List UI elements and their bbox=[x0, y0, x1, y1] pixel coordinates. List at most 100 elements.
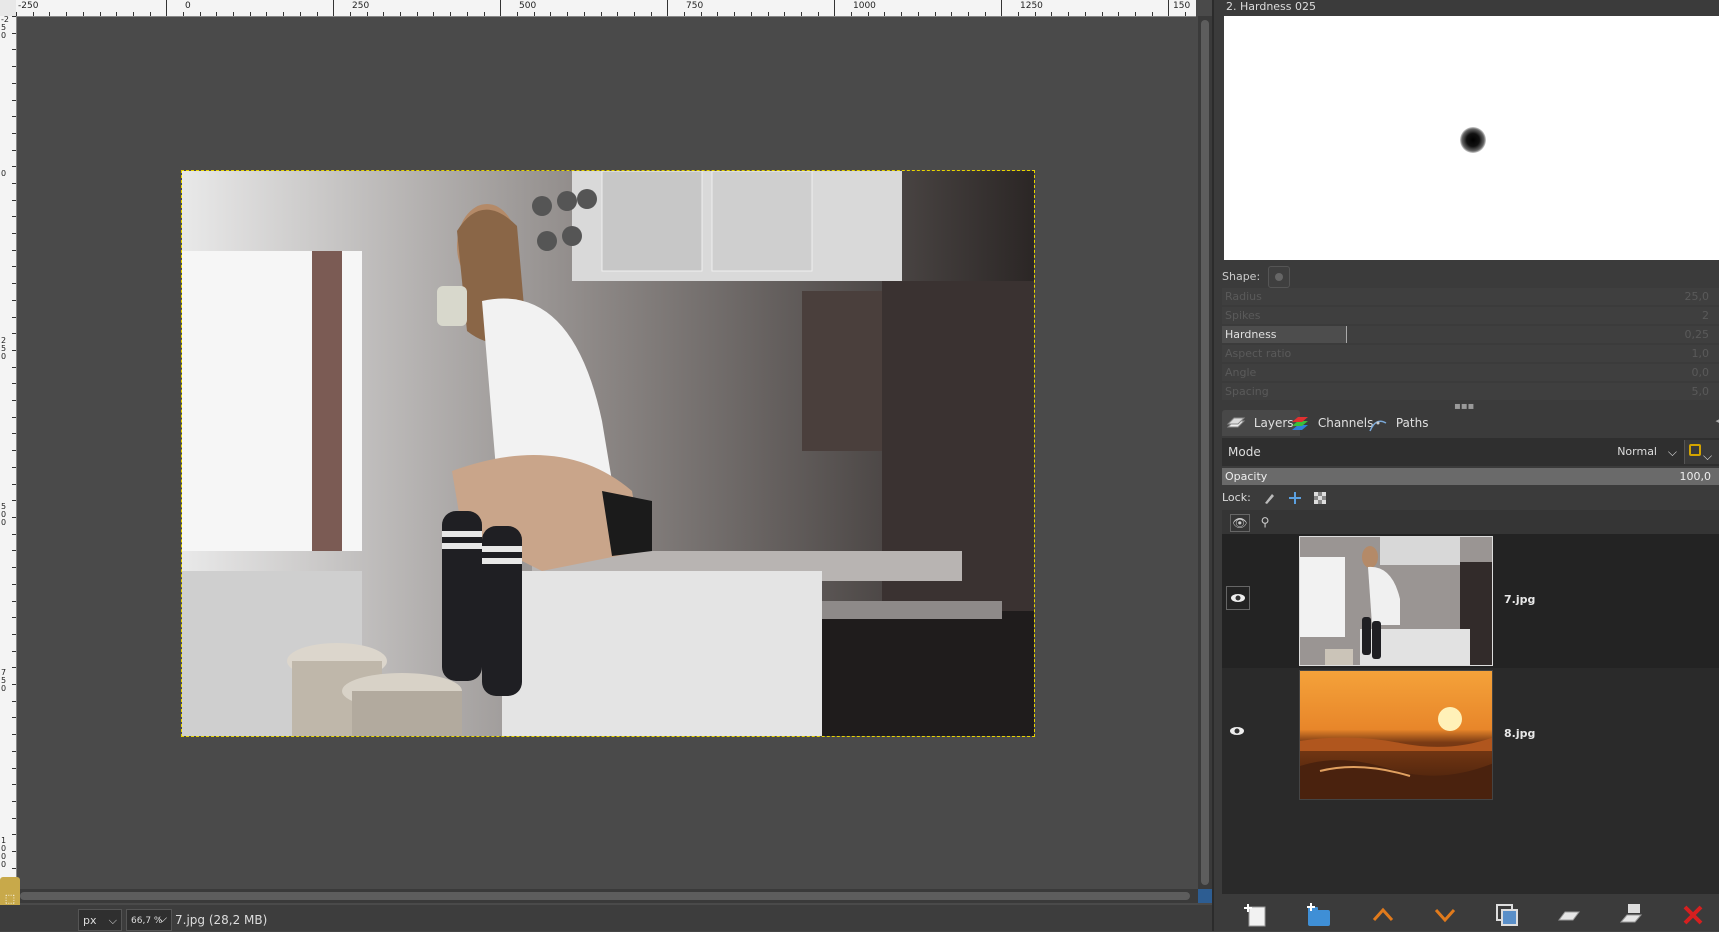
ruler-tick bbox=[12, 601, 16, 602]
ruler-tick bbox=[12, 734, 16, 735]
param-value: 1,0 bbox=[1691, 347, 1710, 360]
chevron-down-icon[interactable]: ⌵ bbox=[1668, 438, 1677, 466]
ruler-tick bbox=[550, 12, 551, 16]
ruler-tick bbox=[12, 801, 16, 802]
ruler-tick bbox=[985, 12, 986, 16]
ruler-tick bbox=[12, 383, 16, 384]
ruler-tick bbox=[1118, 12, 1119, 16]
radius-slider[interactable]: Radius 25,0 bbox=[1222, 288, 1719, 305]
unit-select[interactable]: px ⌵ bbox=[78, 909, 122, 931]
ruler-tick bbox=[951, 12, 952, 16]
ruler-tick bbox=[1035, 12, 1036, 16]
lock-alpha-icon[interactable] bbox=[1313, 491, 1327, 505]
ruler-tick bbox=[350, 12, 351, 16]
shape-circle-button[interactable] bbox=[1267, 266, 1290, 288]
ruler-tick bbox=[12, 83, 16, 84]
lock-label: Lock: bbox=[1222, 491, 1251, 504]
layer-row[interactable]: 8.jpg bbox=[1222, 668, 1719, 802]
layer-visibility-eye-icon[interactable] bbox=[1226, 586, 1250, 610]
aspect-ratio-slider[interactable]: Aspect ratio 1,0 bbox=[1222, 345, 1719, 362]
ruler-tick bbox=[1001, 0, 1002, 16]
ruler-tick bbox=[1102, 12, 1103, 16]
ruler-tick bbox=[317, 12, 318, 16]
ruler-tick bbox=[12, 300, 16, 301]
ruler-tick bbox=[1018, 12, 1019, 16]
shape-diamond-button[interactable] bbox=[1321, 267, 1337, 287]
ruler-tick bbox=[12, 450, 16, 451]
ruler-tick bbox=[1068, 12, 1069, 16]
lock-position-icon[interactable] bbox=[1288, 491, 1302, 505]
eye-icon[interactable]: 👁 bbox=[1230, 514, 1250, 532]
layer-visibility-eye-icon[interactable] bbox=[1226, 720, 1250, 744]
canvas-area[interactable]: -250 0 250 500 750 1000 1250 150 -250 0 … bbox=[0, 0, 1212, 931]
horizontal-ruler[interactable]: -250 0 250 500 750 1000 1250 150 bbox=[16, 0, 1196, 17]
navigate-icon[interactable] bbox=[1198, 889, 1212, 903]
ruler-tick bbox=[12, 818, 16, 819]
layer-thumbnail bbox=[1299, 670, 1493, 800]
new-layer-icon[interactable] bbox=[1244, 902, 1270, 928]
ruler-tick bbox=[150, 12, 151, 16]
ruler-tick bbox=[1135, 12, 1136, 16]
tab-menu-icon[interactable]: ◂ bbox=[1715, 414, 1719, 427]
layers-list[interactable]: 7.jpg 8.jpg bbox=[1222, 534, 1719, 894]
param-label: Angle bbox=[1225, 366, 1257, 379]
ruler-label: 500 bbox=[1, 502, 7, 527]
ruler-tick bbox=[12, 33, 16, 34]
ruler-tick bbox=[116, 12, 117, 16]
ruler-label: 500 bbox=[519, 1, 537, 11]
ruler-tick bbox=[12, 467, 16, 468]
ruler-tick bbox=[300, 12, 301, 16]
ruler-tick bbox=[801, 12, 802, 16]
anchor-layer-icon[interactable] bbox=[1556, 902, 1582, 928]
ruler-tick bbox=[467, 12, 468, 16]
ruler-tick bbox=[12, 49, 16, 50]
new-layer-group-icon[interactable] bbox=[1306, 902, 1332, 928]
ruler-corner[interactable] bbox=[0, 0, 17, 17]
ruler-tick bbox=[216, 12, 217, 16]
param-value: 0,25 bbox=[1684, 328, 1710, 341]
layer-name[interactable]: 7.jpg bbox=[1504, 593, 1535, 606]
spikes-slider[interactable]: Spikes 2 bbox=[1222, 307, 1719, 324]
ruler-tick bbox=[400, 12, 401, 16]
ruler-tick bbox=[12, 784, 16, 785]
ruler-tick bbox=[183, 12, 184, 16]
ruler-tick bbox=[12, 417, 16, 418]
opacity-slider[interactable]: Opacity 100,0 bbox=[1222, 468, 1719, 485]
mode-select[interactable]: Normal bbox=[1617, 438, 1657, 466]
layer-row[interactable]: 7.jpg bbox=[1222, 534, 1719, 668]
ruler-tick bbox=[12, 851, 16, 852]
raise-layer-icon[interactable] bbox=[1370, 902, 1396, 928]
mode-label: Mode bbox=[1228, 445, 1261, 459]
ruler-tick bbox=[734, 12, 735, 16]
vertical-scrollbar[interactable] bbox=[1198, 16, 1212, 891]
horizontal-scroll-thumb[interactable] bbox=[20, 892, 1190, 900]
vertical-ruler[interactable]: -250 0 250 500 750 1000 bbox=[0, 16, 17, 882]
ruler-tick bbox=[1085, 12, 1086, 16]
image-canvas[interactable] bbox=[181, 170, 1035, 737]
param-value: 0,0 bbox=[1691, 366, 1710, 379]
delete-layer-icon[interactable] bbox=[1680, 902, 1706, 928]
spacing-slider[interactable]: Spacing 5,0 bbox=[1222, 383, 1719, 400]
brush-preview bbox=[1224, 16, 1719, 260]
shape-square-button[interactable] bbox=[1297, 267, 1313, 287]
lock-row: Lock: bbox=[1222, 488, 1327, 508]
ruler-tick bbox=[250, 12, 251, 16]
ruler-tick bbox=[367, 12, 368, 16]
layers-list-header: 👁 ⚲ bbox=[1222, 510, 1719, 534]
composite-mode-button[interactable]: ⌵ bbox=[1684, 440, 1719, 464]
vertical-scroll-thumb[interactable] bbox=[1201, 20, 1209, 885]
chain-icon[interactable]: ⚲ bbox=[1256, 514, 1274, 530]
lock-pixels-icon[interactable] bbox=[1262, 491, 1276, 505]
angle-slider[interactable]: Angle 0,0 bbox=[1222, 364, 1719, 381]
layer-name[interactable]: 8.jpg bbox=[1504, 727, 1535, 740]
zoom-chevron-down-icon[interactable]: ⌵ bbox=[158, 911, 167, 926]
ruler-label: 150 bbox=[1173, 1, 1191, 11]
lower-layer-icon[interactable] bbox=[1432, 902, 1458, 928]
tab-paths[interactable]: Paths bbox=[1364, 410, 1434, 436]
param-label: Spacing bbox=[1225, 385, 1269, 398]
duplicate-layer-icon[interactable] bbox=[1494, 902, 1520, 928]
merge-layer-icon[interactable] bbox=[1618, 902, 1644, 928]
ruler-tick bbox=[383, 12, 384, 16]
horizontal-scrollbar[interactable] bbox=[16, 889, 1198, 903]
hardness-slider[interactable]: Hardness 0,25 bbox=[1222, 326, 1719, 343]
